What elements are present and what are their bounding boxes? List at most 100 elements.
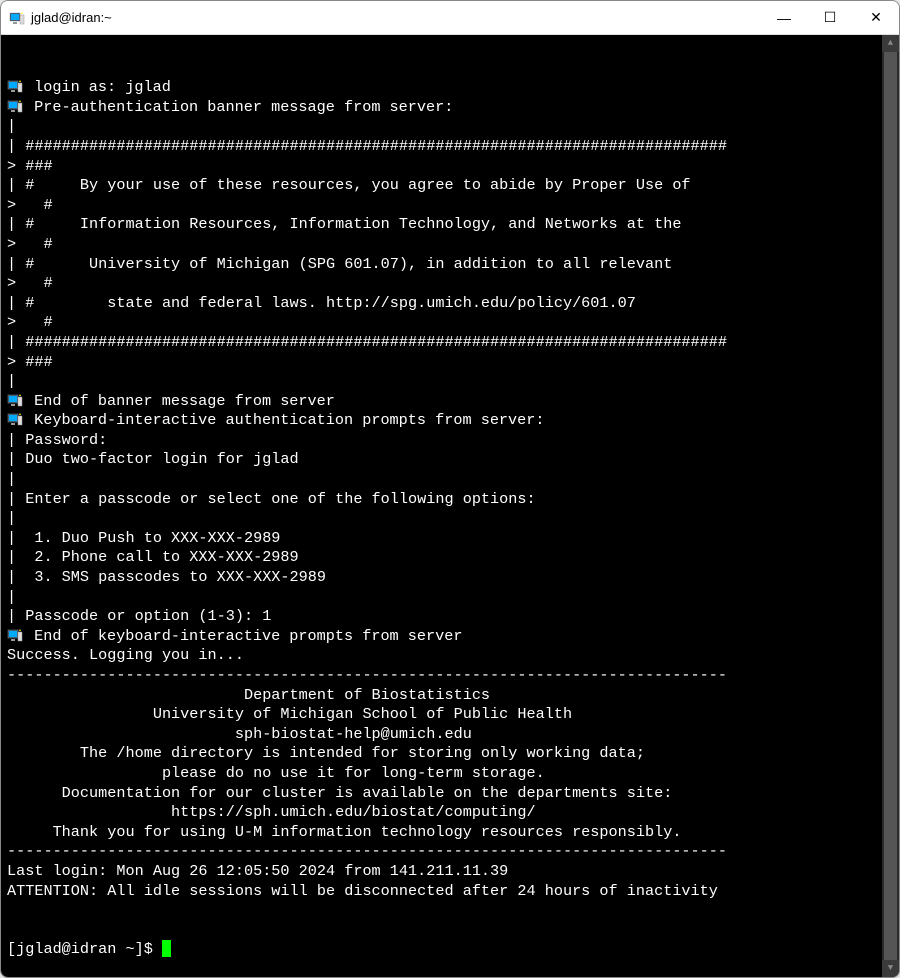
terminal-text: Pre-authentication banner message from s… (25, 98, 453, 118)
terminal-text: | 3. SMS passcodes to XXX-XXX-2989 (7, 568, 326, 588)
terminal-line: | Duo two-factor login for jglad (7, 450, 893, 470)
terminal-line: sph-biostat-help@umich.edu (7, 725, 893, 745)
window-controls: — ☐ ✕ (761, 1, 899, 34)
terminal-text: please do no use it for long-term storag… (7, 764, 545, 784)
close-button[interactable]: ✕ (853, 1, 899, 34)
terminal-text: Last login: Mon Aug 26 12:05:50 2024 fro… (7, 862, 508, 882)
terminal-line: ----------------------------------------… (7, 666, 893, 686)
scrollbar[interactable]: ▲ ▼ (882, 35, 899, 977)
terminal-line: | 3. SMS passcodes to XXX-XXX-2989 (7, 568, 893, 588)
terminal-line: | 2. Phone call to XXX-XXX-2989 (7, 548, 893, 568)
terminal-text: ----------------------------------------… (7, 666, 727, 686)
terminal-text: https://sph.umich.edu/biostat/computing/ (7, 803, 536, 823)
terminal-text: > # (7, 274, 53, 294)
terminal-text: | 1. Duo Push to XXX-XXX-2989 (7, 529, 280, 549)
putty-line-icon (7, 627, 23, 643)
putty-line-icon (7, 411, 23, 427)
shell-prompt: [jglad@idran ~]$ (7, 940, 162, 960)
terminal-line: | # state and federal laws. http://spg.u… (7, 294, 893, 314)
terminal-line: ATTENTION: All idle sessions will be dis… (7, 882, 893, 902)
terminal-line: | 1. Duo Push to XXX-XXX-2989 (7, 529, 893, 549)
terminal-line: | Enter a passcode or select one of the … (7, 490, 893, 510)
terminal-content: login as: jglad Pre-authentication banne… (7, 78, 893, 901)
terminal-text: > # (7, 235, 53, 255)
putty-line-icon (7, 98, 23, 114)
terminal-line: Keyboard-interactive authentication prom… (7, 411, 893, 431)
prompt-line: [jglad@idran ~]$ (7, 940, 893, 960)
cursor (162, 940, 171, 957)
terminal-line: | ######################################… (7, 333, 893, 353)
terminal-text: > # (7, 313, 53, 333)
terminal-line: University of Michigan School of Public … (7, 705, 893, 725)
scrollbar-thumb[interactable] (884, 52, 897, 960)
terminal-line: | Passcode or option (1-3): 1 (7, 607, 893, 627)
terminal-text: | # Information Resources, Information T… (7, 215, 681, 235)
terminal-text: Department of Biostatistics (7, 686, 490, 706)
scroll-down-button[interactable]: ▼ (882, 960, 899, 977)
terminal-text: > ### (7, 157, 53, 177)
terminal-line: | (7, 372, 893, 392)
terminal-text: End of banner message from server (25, 392, 335, 412)
scroll-up-button[interactable]: ▲ (882, 35, 899, 52)
terminal-line: End of banner message from server (7, 392, 893, 412)
terminal-text: The /home directory is intended for stor… (7, 744, 645, 764)
terminal-line: > # (7, 235, 893, 255)
terminal-text: | ######################################… (7, 137, 727, 157)
terminal-text: | # By your use of these resources, you … (7, 176, 691, 196)
terminal-line: login as: jglad (7, 78, 893, 98)
terminal-text: End of keyboard-interactive prompts from… (25, 627, 462, 647)
minimize-button[interactable]: — (761, 1, 807, 34)
terminal-text: | Password: (7, 431, 107, 451)
terminal-line: | (7, 470, 893, 490)
putty-window: jglad@idran:~ — ☐ ✕ login as: jglad Pre-… (0, 0, 900, 978)
terminal-line: | ######################################… (7, 137, 893, 157)
window-title: jglad@idran:~ (31, 10, 761, 25)
terminal-text: login as: jglad (25, 78, 171, 98)
maximize-button[interactable]: ☐ (807, 1, 853, 34)
terminal-line: Pre-authentication banner message from s… (7, 98, 893, 118)
terminal-text: | (7, 117, 16, 137)
terminal-line: Success. Logging you in... (7, 646, 893, 666)
terminal-text: | (7, 470, 16, 490)
terminal-line: ----------------------------------------… (7, 842, 893, 862)
terminal-text: Keyboard-interactive authentication prom… (25, 411, 545, 431)
terminal-line: The /home directory is intended for stor… (7, 744, 893, 764)
terminal-line: Documentation for our cluster is availab… (7, 784, 893, 804)
terminal-text: | Duo two-factor login for jglad (7, 450, 299, 470)
terminal-line: Thank you for using U-M information tech… (7, 823, 893, 843)
terminal-text: | # state and federal laws. http://spg.u… (7, 294, 636, 314)
terminal[interactable]: login as: jglad Pre-authentication banne… (1, 35, 899, 977)
terminal-text: > # (7, 196, 53, 216)
terminal-text: sph-biostat-help@umich.edu (7, 725, 472, 745)
putty-line-icon (7, 78, 23, 94)
terminal-text: | Passcode or option (1-3): 1 (7, 607, 271, 627)
terminal-text: | # University of Michigan (SPG 601.07),… (7, 255, 672, 275)
terminal-text: Documentation for our cluster is availab… (7, 784, 672, 804)
terminal-text: > ### (7, 353, 53, 373)
terminal-line: > # (7, 313, 893, 333)
putty-app-icon (9, 10, 25, 26)
title-bar[interactable]: jglad@idran:~ — ☐ ✕ (1, 1, 899, 35)
terminal-text: ATTENTION: All idle sessions will be dis… (7, 882, 718, 902)
terminal-text: Success. Logging you in... (7, 646, 244, 666)
terminal-line: | # Information Resources, Information T… (7, 215, 893, 235)
terminal-line: Last login: Mon Aug 26 12:05:50 2024 fro… (7, 862, 893, 882)
terminal-line: > # (7, 196, 893, 216)
terminal-line: > # (7, 274, 893, 294)
terminal-line: Department of Biostatistics (7, 686, 893, 706)
terminal-text: Thank you for using U-M information tech… (7, 823, 681, 843)
terminal-line: | (7, 588, 893, 608)
terminal-text: | ######################################… (7, 333, 727, 353)
terminal-text: | (7, 588, 16, 608)
terminal-line: > ### (7, 353, 893, 373)
terminal-text: | 2. Phone call to XXX-XXX-2989 (7, 548, 299, 568)
terminal-line: | Password: (7, 431, 893, 451)
terminal-text: | (7, 372, 16, 392)
terminal-text: University of Michigan School of Public … (7, 705, 572, 725)
terminal-text: | (7, 509, 16, 529)
terminal-line: > ### (7, 157, 893, 177)
putty-line-icon (7, 392, 23, 408)
scrollbar-track[interactable] (882, 52, 899, 960)
terminal-line: | # By your use of these resources, you … (7, 176, 893, 196)
terminal-line: please do no use it for long-term storag… (7, 764, 893, 784)
